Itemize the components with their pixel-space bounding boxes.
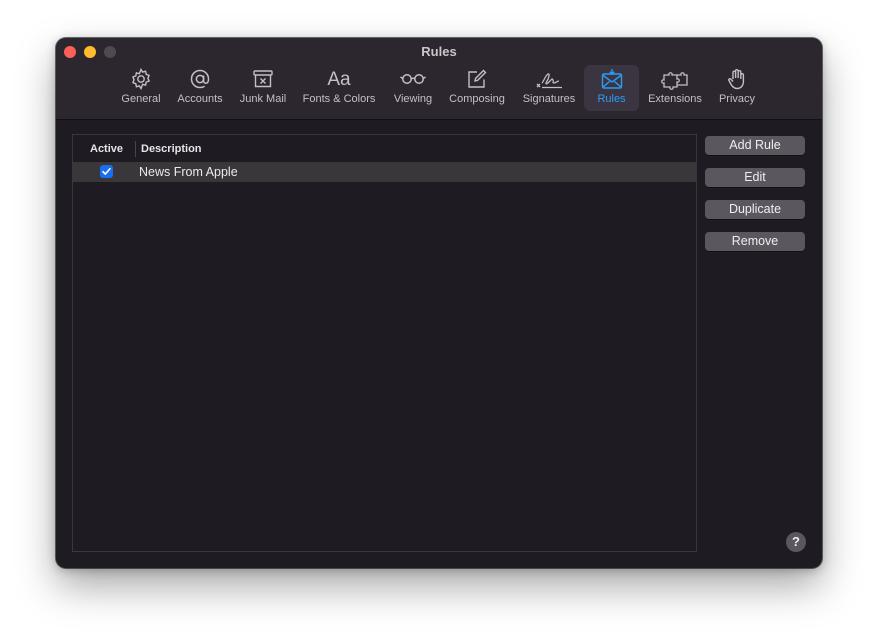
tab-general[interactable]: General — [116, 65, 166, 111]
tab-fonts-colors[interactable]: Aa Fonts & Colors — [298, 65, 380, 111]
rule-active-checkbox[interactable] — [100, 165, 113, 178]
table-row[interactable]: News From Apple — [73, 162, 696, 182]
tab-label: Junk Mail — [239, 93, 287, 105]
column-divider — [135, 141, 136, 157]
checkmark-icon — [102, 167, 111, 175]
fonts-icon: Aa — [327, 69, 351, 90]
tab-label: Composing — [449, 93, 505, 105]
duplicate-rule-button[interactable]: Duplicate — [705, 200, 805, 219]
at-sign-icon — [172, 67, 228, 93]
glasses-icon — [388, 67, 438, 93]
tab-viewing[interactable]: Viewing — [388, 65, 438, 111]
tab-label: Signatures — [522, 93, 576, 105]
mail-settings-window: Rules General Accounts Junk Mail Aa Font… — [56, 38, 822, 568]
help-button[interactable]: ? — [786, 532, 806, 552]
gear-icon — [116, 67, 166, 93]
rules-table: Active Description News From Apple — [72, 134, 697, 552]
tab-signatures[interactable]: Signatures — [518, 65, 580, 111]
junk-tray-icon — [234, 67, 292, 93]
settings-toolbar: General Accounts Junk Mail Aa Fonts & Co… — [56, 65, 822, 113]
table-header: Active Description — [73, 135, 696, 161]
add-rule-button[interactable]: Add Rule — [705, 136, 805, 155]
tab-privacy[interactable]: Privacy — [712, 65, 762, 111]
tab-label: Extensions — [648, 93, 702, 105]
signature-icon — [518, 67, 580, 93]
window-title: Rules — [421, 44, 457, 59]
tab-label: Accounts — [177, 93, 223, 105]
rules-envelope-icon — [584, 67, 639, 93]
remove-rule-button[interactable]: Remove — [705, 232, 805, 251]
column-header-description[interactable]: Description — [141, 143, 202, 155]
title-bar: Rules General Accounts Junk Mail Aa Font… — [56, 38, 822, 120]
tab-extensions[interactable]: Extensions — [644, 65, 706, 111]
edit-rule-button[interactable]: Edit — [705, 168, 805, 187]
tab-label: Privacy — [718, 93, 756, 105]
tab-junk-mail[interactable]: Junk Mail — [234, 65, 292, 111]
tab-composing[interactable]: Composing — [444, 65, 510, 111]
tab-label: General — [121, 93, 161, 105]
tab-label: Viewing — [393, 93, 433, 105]
hand-icon — [712, 67, 762, 93]
compose-icon — [444, 67, 510, 93]
tab-label: Rules — [597, 93, 626, 105]
tab-accounts[interactable]: Accounts — [172, 65, 228, 111]
rule-description: News From Apple — [139, 165, 238, 179]
puzzle-icon — [644, 67, 706, 93]
column-header-active[interactable]: Active — [90, 143, 123, 155]
tab-label: Fonts & Colors — [302, 93, 376, 105]
tab-rules[interactable]: Rules — [584, 65, 639, 111]
